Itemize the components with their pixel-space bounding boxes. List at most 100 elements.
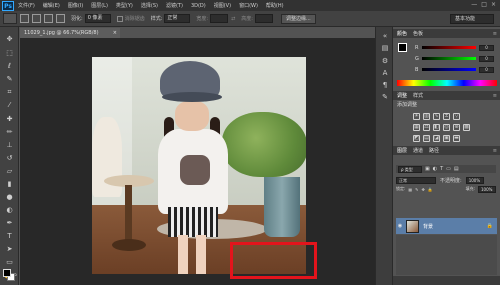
blur-tool-icon[interactable]: ● [4, 193, 15, 202]
style-select[interactable]: 正常 [164, 14, 191, 23]
pen-tool-icon[interactable]: ✒ [4, 219, 15, 228]
lock-all-icon[interactable]: 🔒 [428, 187, 433, 192]
new-selection-icon[interactable] [20, 14, 29, 23]
gradient-tool-icon[interactable]: ▮ [4, 180, 15, 189]
layer-row-background[interactable]: ◉ 背景 🔒 [396, 218, 497, 234]
crop-tool-icon[interactable]: ⌗ [4, 88, 15, 97]
black-white-icon[interactable]: ◧ [433, 124, 440, 131]
fill-input[interactable]: 100% [478, 185, 496, 193]
color-lookup-icon[interactable]: ▩ [463, 124, 470, 131]
document-tab[interactable]: 11029_1.jpg @ 66.7%(RGB/8) × [20, 28, 120, 38]
tab-layers[interactable]: 图层 [397, 147, 407, 154]
maximize-icon[interactable]: □ [481, 1, 487, 8]
quick-select-tool-icon[interactable]: ✎ [4, 75, 15, 84]
tab-adjustments[interactable]: 调整 [397, 92, 407, 99]
menu-filter[interactable]: 滤镜(T) [162, 2, 187, 9]
tab-channels[interactable]: 通道 [413, 147, 423, 154]
photo-filter-icon[interactable]: ◎ [443, 124, 450, 131]
feather-input[interactable]: 0 像素 [84, 14, 111, 23]
lock-transparent-icon[interactable]: ▦ [408, 187, 412, 192]
foreground-color-swatch[interactable] [3, 269, 11, 277]
properties-icon[interactable]: ⚙ [380, 57, 390, 66]
invert-icon[interactable]: ◩ [413, 135, 420, 142]
gradient-map-icon[interactable]: ▬ [453, 135, 460, 142]
menu-layer[interactable]: 图层(L) [87, 2, 112, 9]
layers-panel-menu-icon[interactable]: ≡ [493, 148, 497, 154]
menu-file[interactable]: 文件(F) [14, 2, 39, 9]
curves-icon[interactable]: ∿ [433, 113, 440, 120]
color-panel-fg-swatch[interactable] [398, 43, 407, 52]
threshold-icon[interactable]: ◪ [433, 135, 440, 142]
eye-icon[interactable]: ◉ [396, 223, 404, 229]
menu-edit[interactable]: 编辑(E) [39, 2, 64, 9]
healing-brush-tool-icon[interactable]: ✚ [4, 115, 15, 124]
minimize-icon[interactable]: — [471, 1, 477, 8]
height-input[interactable] [254, 14, 273, 23]
filter-type-icon[interactable]: T [440, 166, 443, 172]
character-icon[interactable]: A [380, 69, 390, 78]
menu-3d[interactable]: 3D(D) [187, 3, 210, 9]
blend-mode-select[interactable]: 正常 [396, 176, 436, 184]
antialias-checkbox[interactable] [116, 15, 123, 22]
refine-edge-button[interactable]: 调整边缘... [280, 13, 316, 24]
filter-shape-icon[interactable]: ▭ [446, 166, 451, 172]
width-input[interactable] [210, 14, 229, 23]
type-tool-icon[interactable]: T [4, 232, 15, 241]
subtract-selection-icon[interactable] [44, 14, 53, 23]
adjust-panel-menu-icon[interactable]: ≡ [493, 93, 497, 99]
history-icon[interactable]: ▤ [380, 44, 390, 53]
slider-red[interactable]: R 0 [415, 44, 499, 51]
clone-stamp-tool-icon[interactable]: ⊥ [4, 141, 15, 150]
brush-tool-icon[interactable]: ✏ [4, 128, 15, 137]
menu-view[interactable]: 视图(V) [210, 2, 235, 9]
tool-preset-picker[interactable] [3, 13, 17, 24]
menu-type[interactable]: 类型(Y) [112, 2, 137, 9]
menu-window[interactable]: 窗口(W) [235, 2, 262, 9]
filter-adjust-icon[interactable]: ◐ [433, 166, 437, 172]
swap-icon[interactable]: ⇄ [231, 16, 235, 22]
slider-blue[interactable]: B 0 [415, 66, 499, 73]
dodge-tool-icon[interactable]: ◐ [4, 206, 15, 215]
exposure-icon[interactable]: ± [443, 113, 450, 120]
lock-position-icon[interactable]: ✥ [422, 187, 425, 192]
levels-icon[interactable]: ▥ [423, 113, 430, 120]
lock-pixels-icon[interactable]: ✎ [415, 187, 418, 192]
shape-tool-icon[interactable]: ▭ [4, 258, 15, 267]
close-document-icon[interactable]: × [113, 28, 117, 38]
posterize-icon[interactable]: ▤ [423, 135, 430, 142]
eyedropper-tool-icon[interactable]: ⁄ [4, 101, 15, 110]
color-spectrum-bar[interactable] [397, 80, 497, 86]
menu-help[interactable]: 帮助(H) [262, 2, 288, 9]
paragraph-icon[interactable]: ¶ [380, 81, 390, 90]
path-selection-tool-icon[interactable]: ➤ [4, 245, 15, 254]
channel-mixer-icon[interactable]: ⊕ [453, 124, 460, 131]
color-balance-icon[interactable]: ⚖ [423, 124, 430, 131]
filter-smart-icon[interactable]: ▤ [454, 166, 459, 172]
menu-select[interactable]: 选择(S) [137, 2, 162, 9]
add-selection-icon[interactable] [32, 14, 41, 23]
filter-pixel-icon[interactable]: ▣ [425, 166, 430, 172]
menu-image[interactable]: 图像(I) [64, 2, 87, 9]
tab-color[interactable]: 颜色 [397, 30, 407, 37]
close-icon[interactable]: × [491, 1, 496, 8]
tab-styles[interactable]: 样式 [413, 92, 423, 99]
vibrance-icon[interactable]: ▽ [453, 113, 460, 120]
layer-kind-select[interactable]: ρ 类型 [398, 165, 422, 173]
opacity-input[interactable]: 100% [465, 176, 484, 184]
collapse-icon[interactable]: « [380, 32, 390, 41]
history-brush-tool-icon[interactable]: ↺ [4, 154, 15, 163]
slider-green[interactable]: G 0 [415, 55, 499, 62]
tab-paths[interactable]: 路径 [429, 147, 439, 154]
tab-swatches[interactable]: 色板 [413, 30, 423, 37]
intersect-selection-icon[interactable] [56, 14, 65, 23]
brightness-icon[interactable]: ☀ [413, 113, 420, 120]
hue-saturation-icon[interactable]: ▦ [413, 124, 420, 131]
move-tool-icon[interactable]: ✥ [4, 35, 15, 44]
selective-color-icon[interactable]: ▣ [443, 135, 450, 142]
marquee-tool-icon[interactable]: ⬚ [4, 49, 15, 58]
workspace-select[interactable]: 基本功能 [450, 14, 494, 24]
brush-panel-icon[interactable]: ✎ [380, 93, 390, 102]
panel-menu-icon[interactable]: ≡ [493, 31, 497, 37]
lasso-tool-icon[interactable]: ℓ [4, 62, 15, 71]
eraser-tool-icon[interactable]: ▱ [4, 167, 15, 176]
